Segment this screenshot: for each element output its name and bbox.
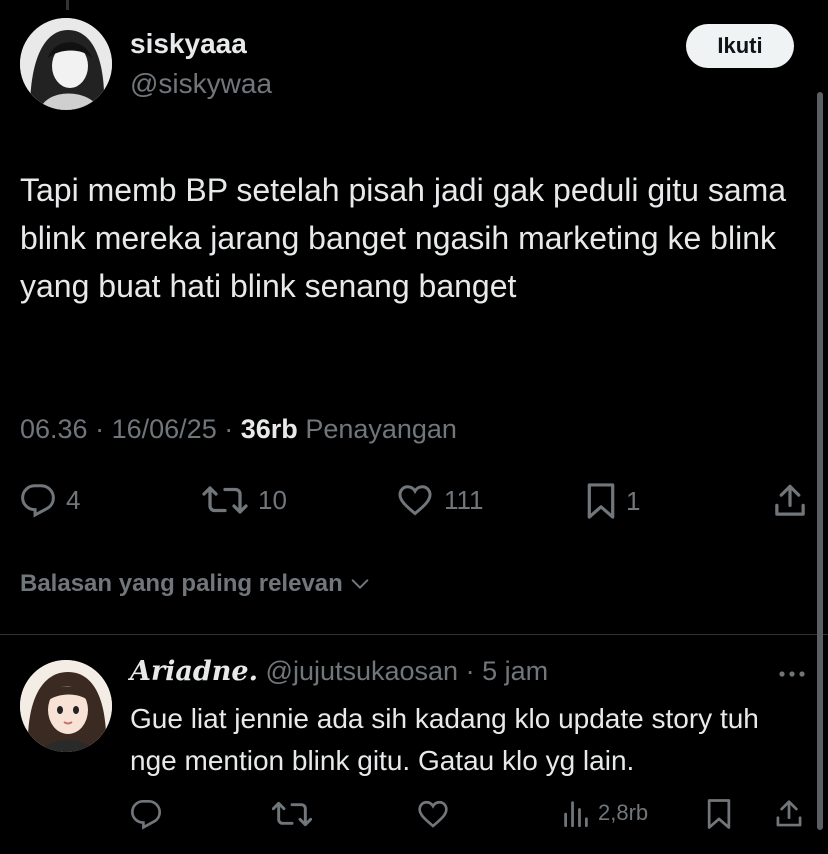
share-icon [772,482,808,520]
bookmark-icon [586,482,616,520]
more-icon[interactable] [776,666,808,682]
divider [0,634,828,635]
reply-share-button[interactable] [774,798,804,830]
views-icon [562,798,590,828]
bookmark-count: 1 [626,485,641,516]
post-time[interactable]: 06.36 [20,414,88,444]
reply-icon [20,482,56,518]
sort-label: Balasan yang paling relevan [20,570,343,597]
reply-views-count: 2,8rb [598,800,649,825]
reply-display-name[interactable]: Ariadne. [130,656,258,687]
sort-dropdown[interactable]: Balasan yang paling relevan [20,570,371,598]
display-name[interactable]: siskyaaa [130,28,247,60]
follow-button[interactable]: Ikuti [686,24,794,68]
reply-repost-button[interactable] [272,798,312,830]
like-count: 111 [444,484,484,515]
post-date[interactable]: 16/06/25 [112,414,217,444]
like-button[interactable]: 111 [396,482,484,518]
repost-button[interactable]: 10 [202,482,287,518]
repost-icon [272,798,312,830]
separator: · [95,414,105,444]
reply-text: Gue liat jennie ada sih kadang klo updat… [130,703,759,776]
avatar[interactable] [20,18,112,110]
reply-bookmark-button[interactable] [706,798,732,830]
bookmark-button[interactable]: 1 [586,482,640,520]
reply-header: Ariadne. @jujutsukaosan · 5 jam [130,656,548,687]
top-edge-mark [66,0,69,10]
like-icon [416,798,450,830]
share-icon [774,798,804,830]
separator: · [465,656,475,686]
scrollbar[interactable] [817,92,823,830]
reply-count: 4 [66,484,81,515]
handle[interactable]: @siskywaa [130,68,272,100]
reply-avatar[interactable] [20,660,112,752]
bookmark-icon [706,798,732,830]
reply-like-button[interactable] [416,798,450,830]
views-label: Penayangan [305,414,457,444]
reply-button[interactable]: 4 [20,482,80,518]
chevron-down-icon [349,573,371,595]
post-meta: 06.36 · 16/06/25 · 36rb Penayangan [20,414,457,445]
like-icon [396,482,434,518]
views-count: 36rb [240,414,298,444]
reply-views-button[interactable]: 2,8rb [562,798,648,828]
repost-count: 10 [258,484,287,515]
post-text: Tapi memb BP setelah pisah jadi gak pedu… [20,172,787,304]
repost-icon [202,482,248,518]
reply-icon [130,798,162,830]
separator: · [224,414,234,444]
share-button[interactable] [772,482,808,520]
reply-time[interactable]: 5 jam [482,656,548,686]
reply-reply-button[interactable] [130,798,162,830]
reply-handle[interactable]: @jujutsukaosan [266,656,459,686]
